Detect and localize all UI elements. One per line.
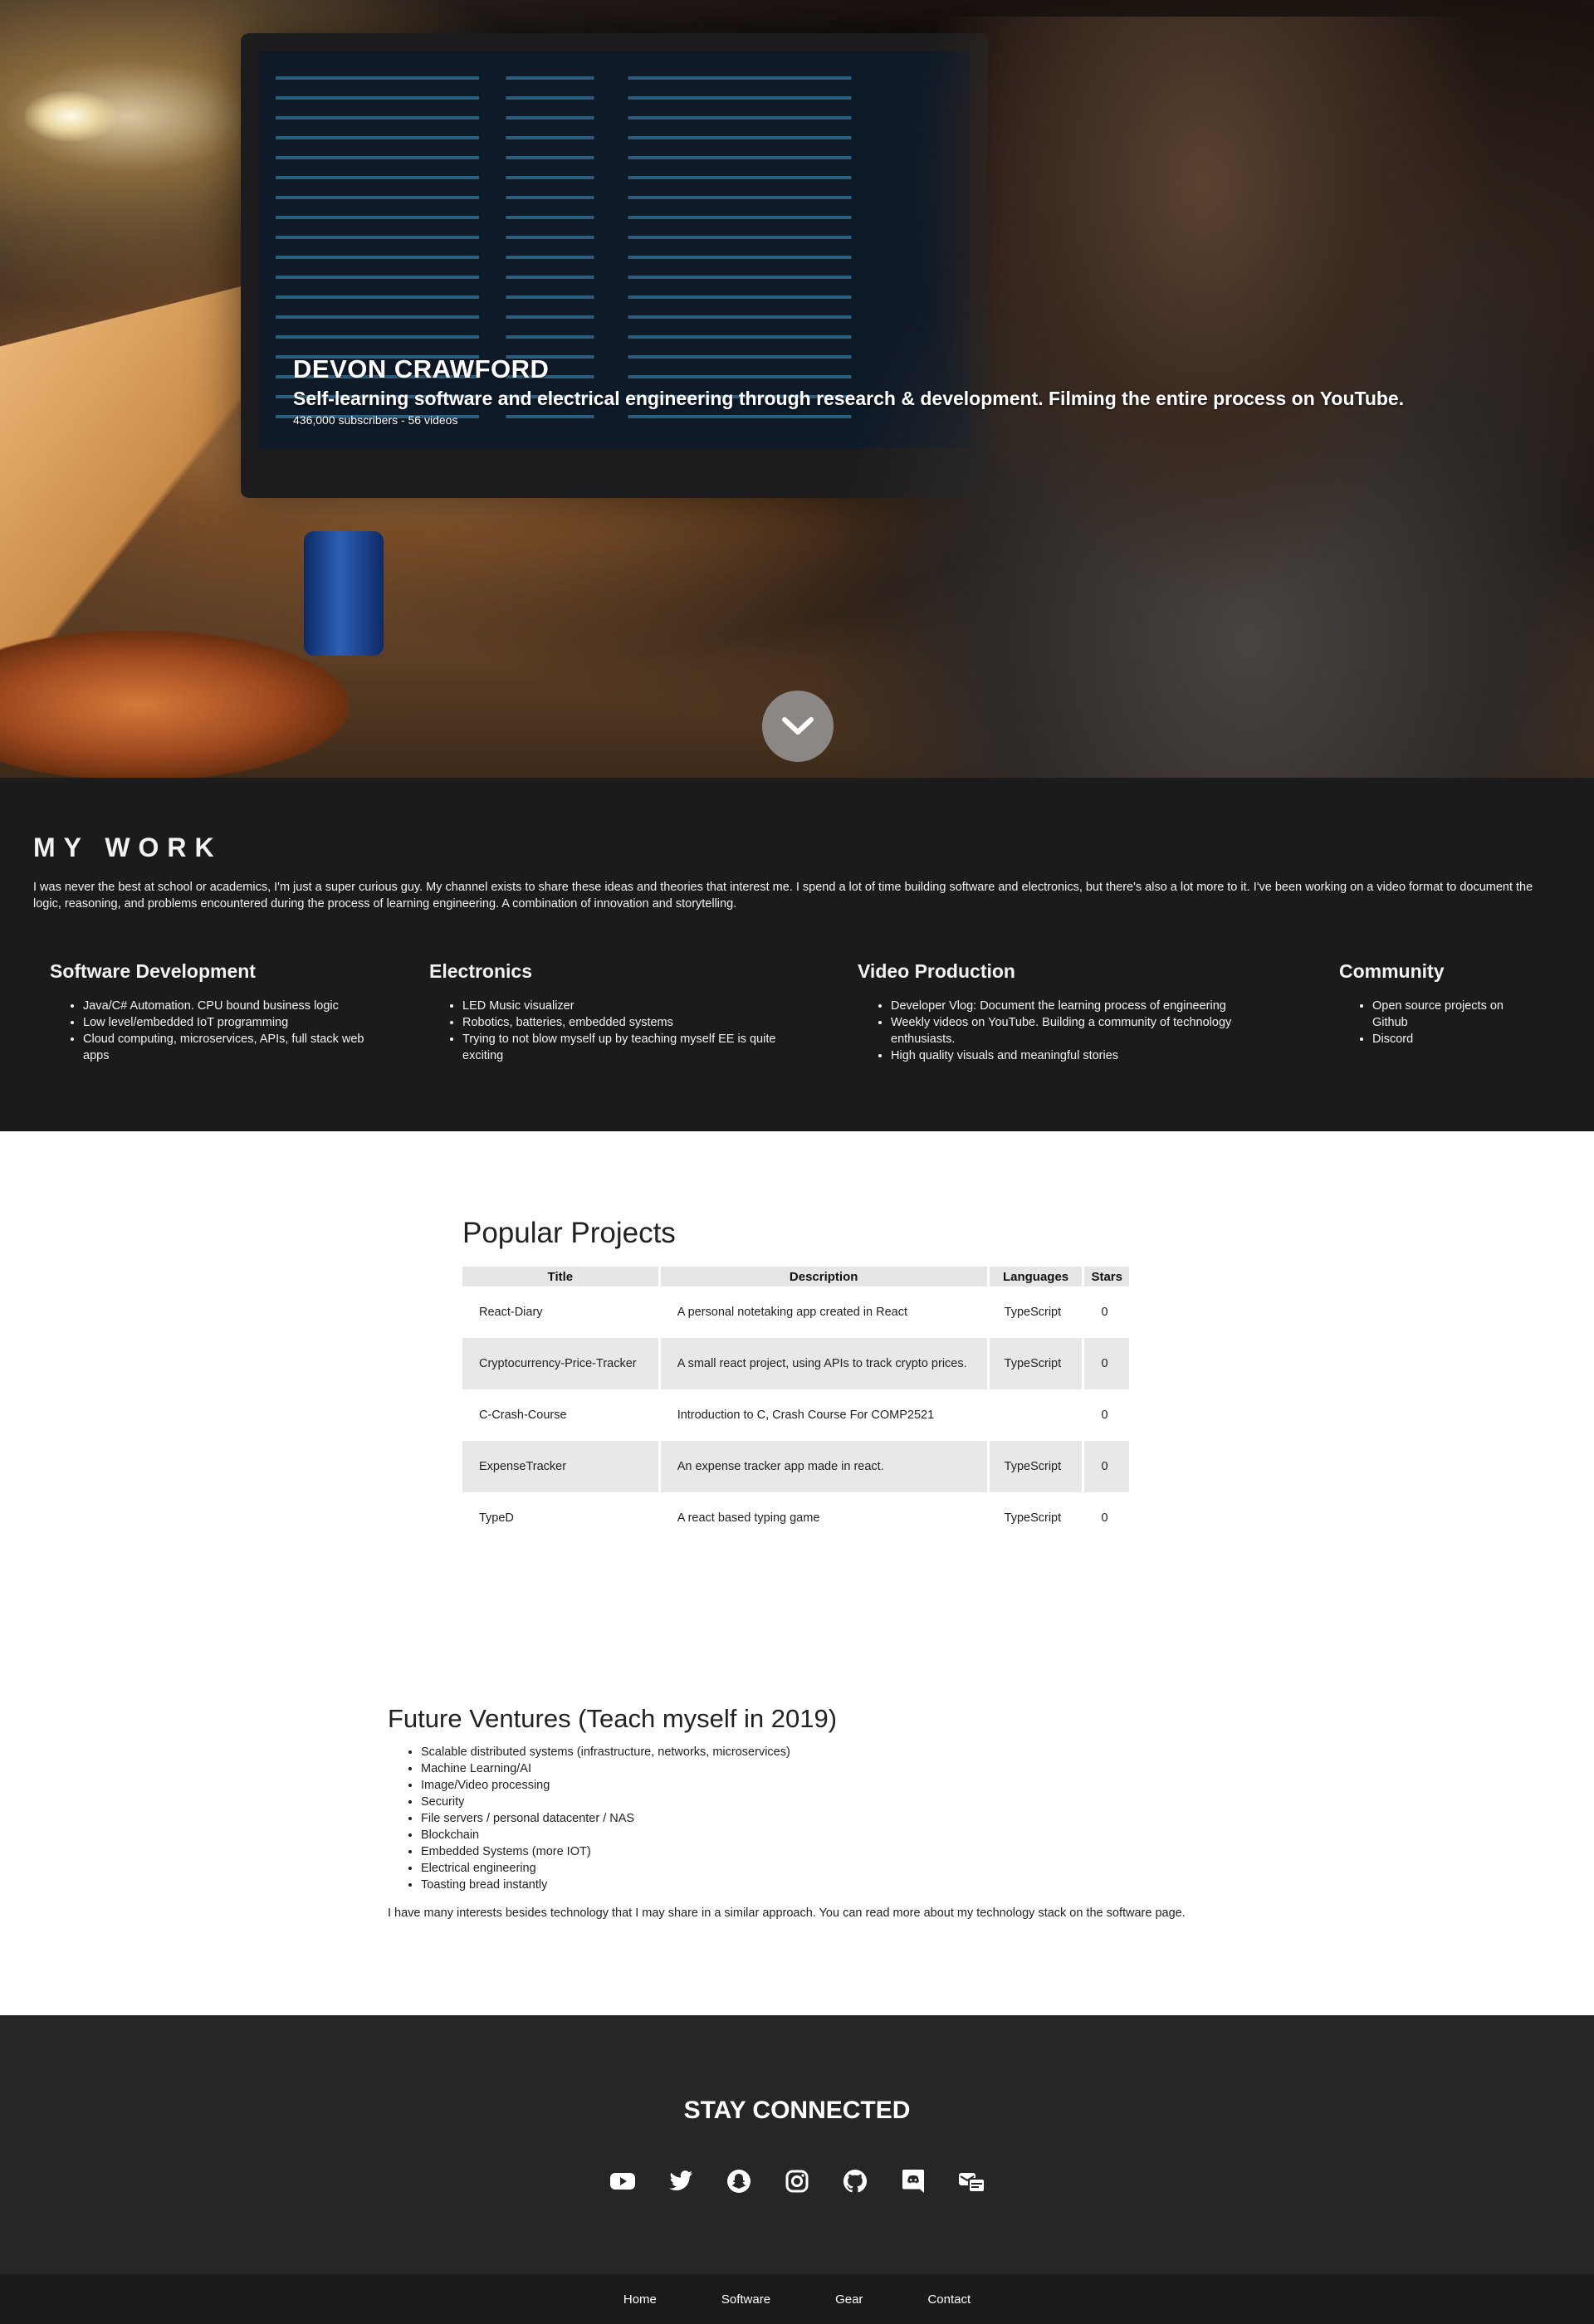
youtube-icon bbox=[610, 2173, 635, 2190]
mail-icon bbox=[959, 2173, 984, 2191]
project-language: TypeScript bbox=[989, 1441, 1083, 1492]
list-item: Image/Video processing bbox=[421, 1777, 1218, 1794]
table-row[interactable]: Cryptocurrency-Price-Tracker A small rea… bbox=[462, 1338, 1129, 1389]
projects-title: Popular Projects bbox=[462, 1217, 676, 1249]
footer-link-contact[interactable]: Contact bbox=[895, 2292, 1003, 2307]
instagram-link[interactable] bbox=[780, 2165, 814, 2198]
project-stars: 0 bbox=[1101, 1511, 1108, 1525]
project-title[interactable]: C-Crash-Course bbox=[462, 1389, 658, 1441]
work-column-software: Software Development Java/C# Automation.… bbox=[50, 960, 382, 1064]
table-row[interactable]: TypeD A react based typing game TypeScri… bbox=[462, 1492, 1129, 1544]
future-ventures-section: Future Ventures (Teach myself in 2019) S… bbox=[388, 1704, 1218, 1920]
pizza-box-image bbox=[0, 284, 249, 679]
project-language bbox=[990, 1389, 1083, 1441]
project-title[interactable]: React-Diary bbox=[462, 1286, 658, 1338]
project-title[interactable]: Cryptocurrency-Price-Tracker bbox=[462, 1338, 658, 1389]
list-item: Weekly videos on YouTube. Building a com… bbox=[891, 1014, 1273, 1047]
chevron-down-icon bbox=[782, 717, 814, 735]
connect-title: STAY CONNECTED bbox=[683, 2097, 911, 2124]
work-column-electronics: Electronics LED Music visualizer Robotic… bbox=[429, 960, 811, 1064]
instagram-icon bbox=[785, 2170, 809, 2193]
list-item: High quality visuals and meaningful stor… bbox=[891, 1047, 1273, 1064]
twitter-link[interactable] bbox=[664, 2165, 697, 2198]
work-column-community: Community Open source projects on Github… bbox=[1339, 960, 1538, 1047]
table-row[interactable]: React-Diary A personal notetaking app cr… bbox=[462, 1286, 1129, 1338]
project-description: Introduction to C, Crash Course For COMP… bbox=[677, 1409, 935, 1422]
project-description: An expense tracker app made in react. bbox=[660, 1441, 987, 1492]
list-item: Cloud computing, microservices, APIs, fu… bbox=[83, 1031, 382, 1064]
list-item: Trying to not blow myself up by teaching… bbox=[462, 1031, 811, 1064]
column-header-languages: Languages bbox=[989, 1267, 1083, 1286]
pizza-image bbox=[0, 631, 349, 778]
project-description: A react based typing game bbox=[677, 1511, 820, 1525]
project-stars: 0 bbox=[1101, 1306, 1108, 1319]
scroll-down-button[interactable] bbox=[762, 691, 834, 762]
my-work-intro: I was never the best at school or academ… bbox=[33, 881, 1533, 911]
github-link[interactable] bbox=[839, 2165, 872, 2198]
project-description: A small react project, using APIs to tra… bbox=[660, 1338, 987, 1389]
project-language: TypeScript bbox=[1004, 1511, 1062, 1525]
column-header-stars: Stars bbox=[1084, 1267, 1129, 1286]
popular-projects-section: Popular Projects Title Description Langu… bbox=[462, 1217, 1132, 1544]
table-row[interactable]: ExpenseTracker An expense tracker app ma… bbox=[462, 1441, 1129, 1492]
stay-connected-section: STAY CONNECTED bbox=[0, 2015, 1594, 2274]
list-item: Electrical engineering bbox=[421, 1860, 1218, 1877]
future-title: Future Ventures (Teach myself in 2019) bbox=[388, 1704, 838, 1733]
list-item: Java/C# Automation. CPU bound business l… bbox=[83, 998, 382, 1014]
list-item: Developer Vlog: Document the learning pr… bbox=[891, 998, 1273, 1014]
footer-link-home[interactable]: Home bbox=[591, 2292, 689, 2307]
list-item: Robotics, batteries, embedded systems bbox=[462, 1014, 811, 1031]
youtube-link[interactable] bbox=[606, 2165, 639, 2198]
column-title: Video Production bbox=[858, 960, 1015, 982]
project-language: TypeScript bbox=[989, 1338, 1083, 1389]
github-icon bbox=[843, 2170, 868, 2193]
table-row[interactable]: C-Crash-Course Introduction to C, Crash … bbox=[462, 1389, 1129, 1441]
list-item: Security bbox=[421, 1794, 1218, 1810]
hero-meta: 436,000 subscribers - 56 videos bbox=[293, 413, 458, 427]
list-item: Low level/embedded IoT programming bbox=[83, 1014, 382, 1031]
column-header-description: Description bbox=[660, 1267, 987, 1286]
list-item: Machine Learning/AI bbox=[421, 1760, 1218, 1777]
column-header-title: Title bbox=[462, 1267, 658, 1286]
list-item: LED Music visualizer bbox=[462, 998, 811, 1014]
list-item: File servers / personal datacenter / NAS bbox=[421, 1810, 1218, 1827]
snapchat-icon bbox=[727, 2170, 751, 2193]
projects-table: Title Description Languages Stars React-… bbox=[460, 1267, 1132, 1544]
column-title: Community bbox=[1339, 960, 1445, 982]
project-stars: 0 bbox=[1084, 1338, 1129, 1389]
project-language: TypeScript bbox=[1004, 1306, 1062, 1319]
hero-banner: DEVON CRAWFORD Self-learning software an… bbox=[0, 0, 1594, 778]
list-item: Blockchain bbox=[421, 1827, 1218, 1843]
lamp-light-image bbox=[25, 91, 116, 141]
discord-link[interactable] bbox=[897, 2165, 930, 2198]
column-title: Software Development bbox=[50, 960, 256, 982]
column-title: Electronics bbox=[429, 960, 532, 982]
mail-link[interactable] bbox=[955, 2165, 988, 2198]
list-item: Open source projects on Github bbox=[1372, 998, 1538, 1031]
future-note: I have many interests besides technology… bbox=[388, 1907, 1186, 1920]
footer-nav: Home Software Gear Contact bbox=[0, 2274, 1594, 2324]
discord-icon bbox=[902, 2170, 924, 2193]
work-column-video: Video Production Developer Vlog: Documen… bbox=[858, 960, 1273, 1064]
my-work-section: MY WORK I was never the best at school o… bbox=[0, 778, 1594, 1131]
project-stars: 0 bbox=[1084, 1441, 1129, 1492]
project-title[interactable]: ExpenseTracker bbox=[462, 1441, 658, 1492]
twitter-icon bbox=[669, 2170, 692, 2190]
footer-link-software[interactable]: Software bbox=[689, 2292, 803, 2307]
list-item: Scalable distributed systems (infrastruc… bbox=[421, 1744, 1218, 1760]
my-work-title: MY WORK bbox=[33, 832, 222, 862]
list-item: Discord bbox=[1372, 1031, 1538, 1047]
project-title[interactable]: TypeD bbox=[462, 1492, 658, 1544]
footer-link-gear[interactable]: Gear bbox=[803, 2292, 895, 2307]
social-icons bbox=[0, 2165, 1594, 2198]
list-item: Toasting bread instantly bbox=[421, 1877, 1218, 1893]
snapchat-link[interactable] bbox=[722, 2165, 755, 2198]
hero-name: DEVON CRAWFORD bbox=[293, 354, 550, 383]
project-description: A personal notetaking app created in Rea… bbox=[677, 1306, 907, 1319]
hero-tagline: Self-learning software and electrical en… bbox=[293, 388, 1405, 409]
list-item: Embedded Systems (more IOT) bbox=[421, 1843, 1218, 1860]
project-stars: 0 bbox=[1101, 1409, 1108, 1422]
